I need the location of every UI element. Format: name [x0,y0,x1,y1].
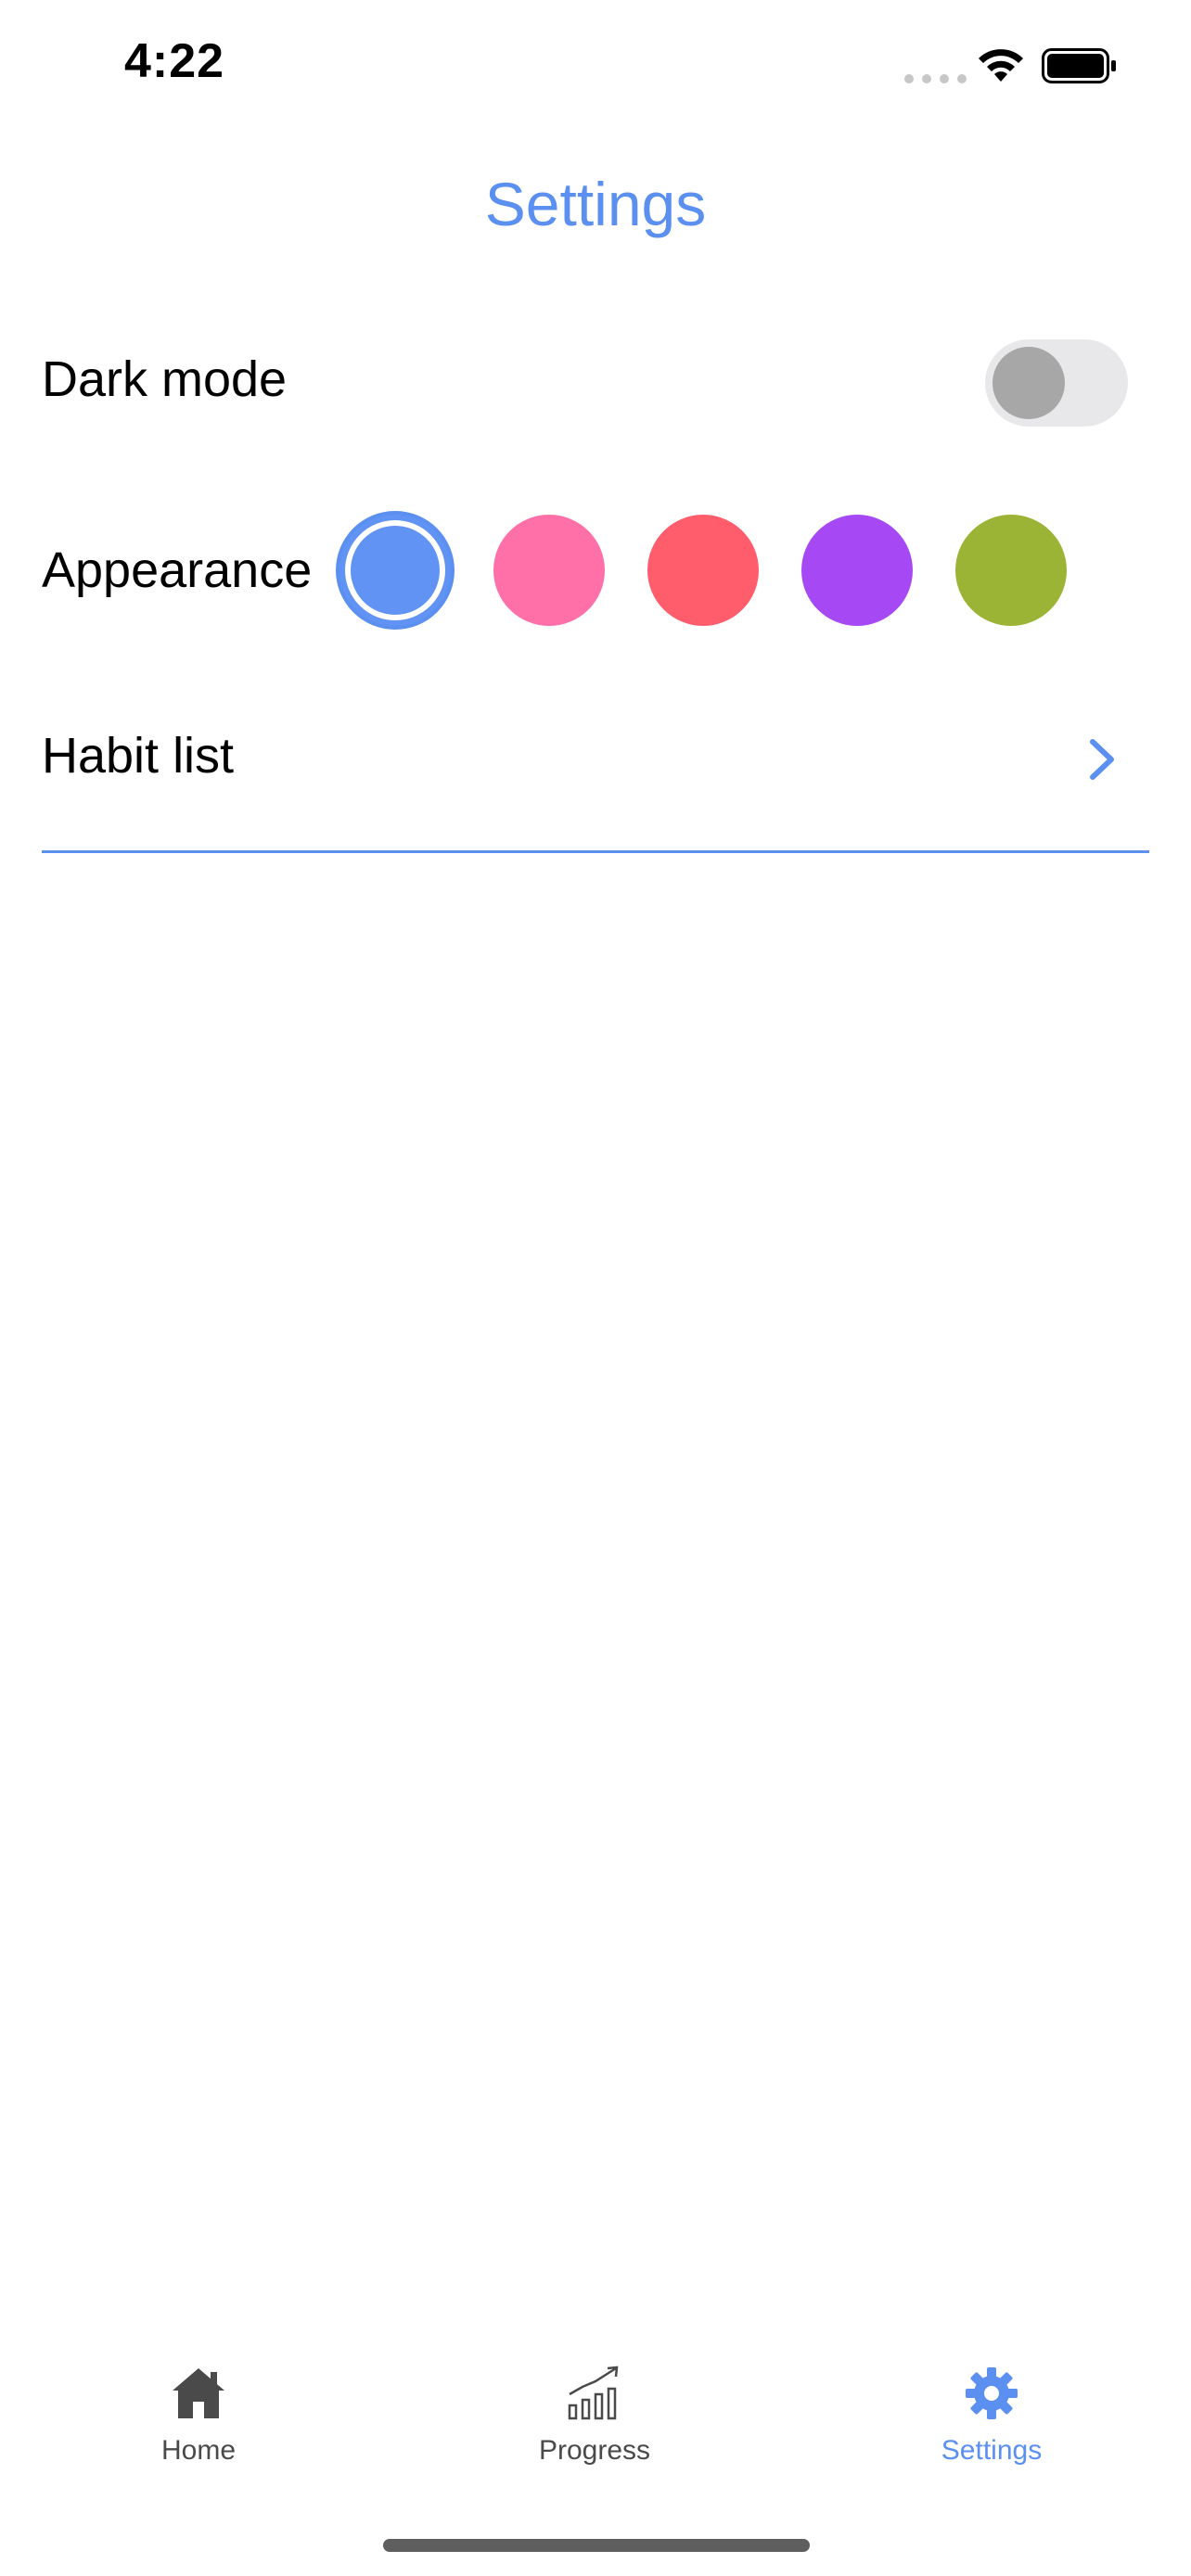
progress-chart-icon [568,2366,619,2420]
status-bar: 4:22 [0,0,1191,139]
chevron-right-icon[interactable] [1085,736,1117,783]
tab-progress-label: Progress [538,2435,651,2466]
tab-home-label: Home [160,2435,237,2466]
gear-icon [966,2367,1018,2419]
color-swatch-green[interactable] [955,515,1067,626]
toggle-knob [992,347,1065,419]
tab-settings[interactable]: Settings [852,2337,1131,2485]
habit-list-label[interactable]: Habit list [42,727,234,784]
appearance-label: Appearance [42,542,313,598]
page-title: Settings [484,170,707,238]
dark-mode-toggle[interactable] [985,339,1128,427]
habit-list-divider [42,850,1149,853]
color-swatch-blue[interactable] [339,515,451,626]
cellular-signal-icon [904,74,967,83]
settings-screen: 4:22 Settings Dark mode Appearance Habit… [0,0,1191,2576]
home-indicator[interactable] [383,2539,810,2552]
battery-icon [1042,48,1116,83]
dark-mode-label: Dark mode [42,351,288,407]
status-time: 4:22 [124,34,225,88]
color-swatch-red[interactable] [647,515,759,626]
color-swatch-purple[interactable] [801,515,913,626]
tab-progress[interactable]: Progress [455,2337,734,2485]
color-swatch-pink[interactable] [493,515,605,626]
appearance-color-swatches [339,515,1067,628]
tab-bar: Home Progress Settings [0,2337,1191,2504]
wifi-icon [979,49,1023,82]
tab-home[interactable]: Home [59,2337,338,2485]
tab-settings-label: Settings [941,2435,1043,2466]
home-icon [173,2368,224,2418]
